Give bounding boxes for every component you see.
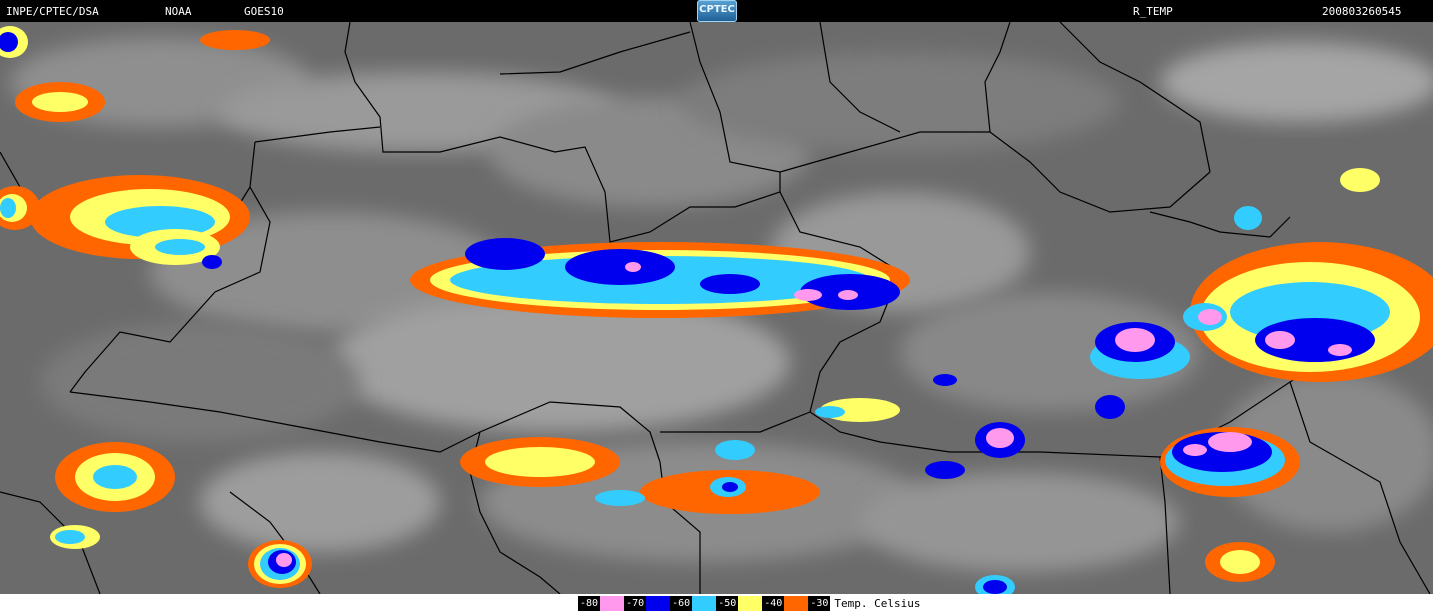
temperature-legend: -80 -70 -60 -50 -40 -30 Temp. Celsius — [578, 596, 920, 611]
legend-swatch — [600, 596, 625, 611]
legend-label: -30 — [808, 596, 831, 611]
logo-text: CPTEC — [699, 4, 735, 15]
legend-swatch — [738, 596, 763, 611]
satellite-label: GOES10 — [244, 5, 284, 18]
legend-label: -60 — [670, 596, 693, 611]
legend-label: -70 — [624, 596, 647, 611]
legend-swatch — [784, 596, 809, 611]
product-label: R_TEMP — [1133, 5, 1173, 18]
legend-label: -80 — [578, 596, 601, 611]
satellite-image — [0, 22, 1433, 594]
legend-swatch — [646, 596, 671, 611]
legend-label: -40 — [762, 596, 785, 611]
source-label: INPE/CPTEC/DSA — [6, 5, 99, 18]
legend-swatch — [692, 596, 717, 611]
header-bar: INPE/CPTEC/DSA NOAA GOES10 CPTEC R_TEMP … — [0, 0, 1433, 22]
timestamp-label: 200803260545 — [1322, 5, 1402, 18]
cptec-logo: CPTEC — [697, 0, 737, 22]
legend-label: -50 — [716, 596, 739, 611]
agency-label: NOAA — [165, 5, 192, 18]
legend-title: Temp. Celsius — [834, 597, 921, 610]
